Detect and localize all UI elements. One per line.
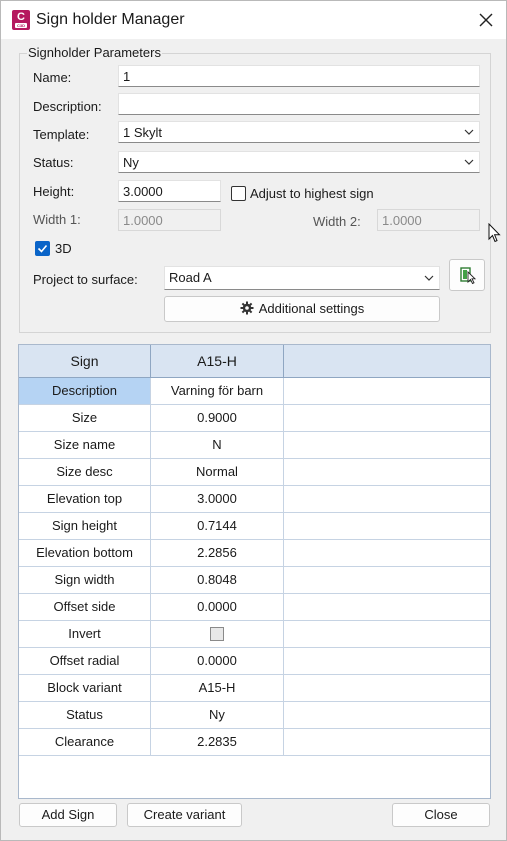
row-value[interactable]: 0.9000 <box>151 405 284 431</box>
project-surface-value: Road A <box>169 270 212 285</box>
row-label[interactable]: Offset side <box>19 594 151 620</box>
row-label[interactable]: Size <box>19 405 151 431</box>
grid-header: Sign A15-H <box>19 345 490 378</box>
pick-from-drawing-icon <box>460 267 477 285</box>
status-value: Ny <box>123 155 139 170</box>
app-icon-letter: C <box>17 11 25 23</box>
row-label[interactable]: Description <box>19 378 151 404</box>
invert-cell[interactable] <box>151 621 284 647</box>
table-row[interactable]: Clearance 2.2835 <box>19 729 490 756</box>
table-row[interactable]: Offset radial 0.0000 <box>19 648 490 675</box>
table-row[interactable]: Offset side 0.0000 <box>19 594 490 621</box>
project-surface-label: Project to surface: <box>33 272 138 287</box>
invert-checkbox[interactable] <box>210 626 224 641</box>
pick-surface-button[interactable] <box>449 259 485 291</box>
window-title: Sign holder Manager <box>36 11 185 28</box>
row-label[interactable]: Status <box>19 702 151 728</box>
create-variant-button[interactable]: Create variant <box>127 803 242 827</box>
adjust-highest-label: Adjust to highest sign <box>250 186 374 201</box>
group-title: Signholder Parameters <box>27 45 162 60</box>
width2-label: Width 2: <box>313 214 361 229</box>
table-row[interactable]: Size 0.9000 <box>19 405 490 432</box>
row-label[interactable]: Clearance <box>19 729 151 755</box>
three-d-checkbox[interactable] <box>35 241 50 256</box>
chevron-down-icon <box>464 129 474 135</box>
template-value: 1 Skylt <box>123 125 163 140</box>
title-bar: C C3D Sign holder Manager <box>1 1 506 39</box>
chevron-down-icon <box>424 275 434 281</box>
row-value[interactable]: Varning för barn <box>151 378 284 404</box>
chevron-down-icon <box>464 159 474 165</box>
three-d-label: 3D <box>55 241 72 256</box>
row-value[interactable]: N <box>151 432 284 458</box>
template-combo[interactable]: 1 Skylt <box>118 121 480 143</box>
project-surface-combo[interactable]: Road A <box>164 266 440 290</box>
row-value[interactable]: 0.0000 <box>151 648 284 674</box>
description-field[interactable] <box>118 93 480 115</box>
table-row[interactable]: Block variant A15-H <box>19 675 490 702</box>
row-value[interactable]: 0.0000 <box>151 594 284 620</box>
checkmark-icon <box>37 244 48 253</box>
description-label: Description: <box>33 99 102 114</box>
width1-field: 1.0000 <box>118 209 221 231</box>
row-label[interactable]: Block variant <box>19 675 151 701</box>
gear-icon <box>240 301 254 315</box>
row-value[interactable]: 2.2856 <box>151 540 284 566</box>
table-row[interactable]: Description Varning för barn <box>19 378 490 405</box>
height-field[interactable]: 3.0000 <box>118 180 221 202</box>
name-label: Name: <box>33 70 72 85</box>
row-label[interactable]: Elevation top <box>19 486 151 512</box>
width2-field: 1.0000 <box>377 209 480 231</box>
adjust-highest-checkbox[interactable] <box>231 186 246 201</box>
sign-property-grid: Sign A15-H Description Varning för barn … <box>18 344 491 799</box>
table-row[interactable]: Size desc Normal <box>19 459 490 486</box>
row-value[interactable]: 3.0000 <box>151 486 284 512</box>
row-label[interactable]: Elevation bottom <box>19 540 151 566</box>
header-sign-column[interactable]: A15-H <box>151 345 284 377</box>
table-row[interactable]: Sign width 0.8048 <box>19 567 490 594</box>
table-row[interactable]: Elevation top 3.0000 <box>19 486 490 513</box>
width1-label: Width 1: <box>33 212 81 227</box>
row-label[interactable]: Size desc <box>19 459 151 485</box>
row-value[interactable]: Normal <box>151 459 284 485</box>
mouse-cursor-icon <box>488 223 501 243</box>
row-value[interactable]: A15-H <box>151 675 284 701</box>
template-label: Template: <box>33 127 90 142</box>
row-value[interactable]: 0.8048 <box>151 567 284 593</box>
civil3d-app-icon: C C3D <box>12 10 30 30</box>
name-field[interactable]: 1 <box>118 65 480 87</box>
app-icon-sub: C3D <box>15 23 27 28</box>
row-label[interactable]: Sign height <box>19 513 151 539</box>
row-value[interactable]: Ny <box>151 702 284 728</box>
additional-settings-label: Additional settings <box>258 301 365 316</box>
table-row[interactable]: Size name N <box>19 432 490 459</box>
row-label[interactable]: Size name <box>19 432 151 458</box>
row-label[interactable]: Sign width <box>19 567 151 593</box>
table-row[interactable]: Status Ny <box>19 702 490 729</box>
row-label[interactable]: Invert <box>19 621 151 647</box>
row-label[interactable]: Offset radial <box>19 648 151 674</box>
status-combo[interactable]: Ny <box>118 151 480 173</box>
additional-settings-button[interactable]: Additional settings <box>164 296 440 322</box>
add-sign-button[interactable]: Add Sign <box>19 803 117 827</box>
dialog-window: C C3D Sign holder Manager Signholder Par… <box>0 0 507 841</box>
header-sign[interactable]: Sign <box>19 345 151 377</box>
row-value[interactable]: 0.7144 <box>151 513 284 539</box>
row-value[interactable]: 2.2835 <box>151 729 284 755</box>
table-row[interactable]: Invert <box>19 621 490 648</box>
table-row[interactable]: Elevation bottom 2.2856 <box>19 540 490 567</box>
header-empty <box>284 345 490 377</box>
close-button[interactable]: Close <box>392 803 490 827</box>
table-row[interactable]: Sign height 0.7144 <box>19 513 490 540</box>
close-window-icon[interactable] <box>475 9 497 31</box>
status-label: Status: <box>33 155 74 170</box>
height-label: Height: <box>33 184 75 199</box>
